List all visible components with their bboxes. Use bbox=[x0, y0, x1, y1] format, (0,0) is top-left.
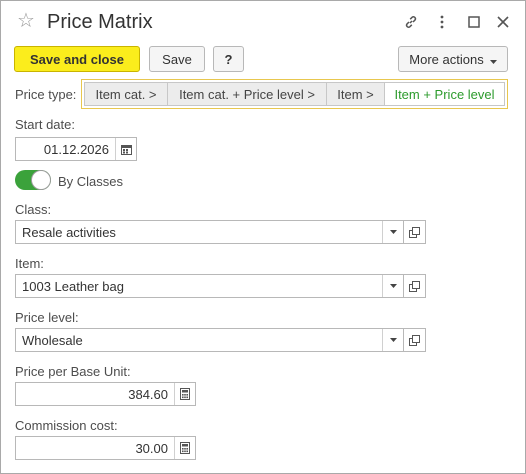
price-type-option-item-cat-price-level[interactable]: Item cat. + Price level > bbox=[168, 83, 327, 105]
price-type-label: Price type: bbox=[15, 87, 77, 102]
item-label: Item: bbox=[15, 256, 44, 271]
price-level-value: Wholesale bbox=[22, 332, 83, 348]
price-type-option-item[interactable]: Item > bbox=[327, 83, 385, 105]
help-label: ? bbox=[224, 51, 233, 67]
start-date-label: Start date: bbox=[15, 117, 75, 132]
start-date-value: 01.12.2026 bbox=[43, 141, 109, 157]
save-and-close-button[interactable]: Save and close bbox=[14, 46, 140, 72]
calculator-icon[interactable] bbox=[174, 383, 195, 405]
item-value: 1003 Leather bag bbox=[22, 278, 124, 294]
price-per-base-unit-value: 384.60 bbox=[128, 386, 168, 402]
more-actions-label: More actions bbox=[409, 51, 484, 67]
window-title: Price Matrix bbox=[47, 11, 153, 33]
save-label: Save bbox=[162, 51, 192, 67]
save-button[interactable]: Save bbox=[149, 46, 205, 72]
dropdown-icon bbox=[489, 52, 497, 67]
price-type-option-item-cat[interactable]: Item cat. > bbox=[85, 83, 168, 105]
class-field[interactable]: Resale activities bbox=[15, 220, 404, 244]
maximize-icon[interactable] bbox=[464, 11, 484, 33]
price-matrix-window: ☆ Price Matrix Save and close Save ? Mor… bbox=[0, 0, 526, 474]
save-and-close-label: Save and close bbox=[30, 51, 124, 67]
start-date-field[interactable]: 01.12.2026 bbox=[15, 137, 137, 161]
price-per-base-unit-label: Price per Base Unit: bbox=[15, 364, 131, 379]
more-actions-button[interactable]: More actions bbox=[398, 46, 508, 72]
star-icon[interactable]: ☆ bbox=[17, 9, 35, 33]
commission-cost-label: Commission cost: bbox=[15, 418, 118, 433]
calendar-icon[interactable] bbox=[115, 138, 136, 160]
close-icon[interactable] bbox=[493, 11, 513, 33]
toggle-knob bbox=[31, 170, 51, 190]
item-dropdown-icon[interactable] bbox=[382, 275, 403, 297]
item-open-icon[interactable] bbox=[404, 274, 426, 298]
class-dropdown-icon[interactable] bbox=[382, 221, 403, 243]
item-field[interactable]: 1003 Leather bag bbox=[15, 274, 404, 298]
class-open-icon[interactable] bbox=[404, 220, 426, 244]
commission-cost-value: 30.00 bbox=[135, 440, 168, 456]
class-label: Class: bbox=[15, 202, 52, 217]
by-classes-label: By Classes bbox=[58, 174, 124, 189]
link-icon[interactable] bbox=[401, 11, 421, 33]
calculator-icon[interactable] bbox=[174, 437, 195, 459]
help-button[interactable]: ? bbox=[213, 46, 244, 72]
price-per-base-unit-field[interactable]: 384.60 bbox=[15, 382, 196, 406]
by-classes-toggle[interactable] bbox=[15, 170, 51, 190]
price-type-selector: Item cat. > Item cat. + Price level > It… bbox=[81, 79, 508, 109]
price-type-option-item-price-level[interactable]: Item + Price level bbox=[385, 83, 504, 105]
price-level-open-icon[interactable] bbox=[404, 328, 426, 352]
commission-cost-field[interactable]: 30.00 bbox=[15, 436, 196, 460]
more-vert-icon[interactable] bbox=[432, 11, 452, 33]
title-bar: ☆ Price Matrix bbox=[1, 1, 525, 43]
price-level-label: Price level: bbox=[15, 310, 79, 325]
price-level-dropdown-icon[interactable] bbox=[382, 329, 403, 351]
class-value: Resale activities bbox=[22, 224, 116, 240]
price-level-field[interactable]: Wholesale bbox=[15, 328, 404, 352]
